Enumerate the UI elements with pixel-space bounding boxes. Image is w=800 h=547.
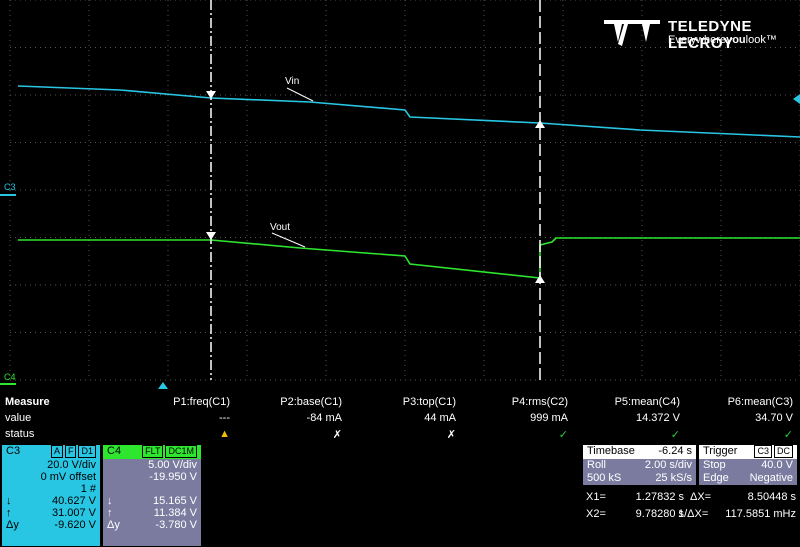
c3-tag-f: F [64,445,77,458]
cursor-x1-label: X1= [586,491,606,503]
invalid-status-icon: ✗ [332,429,342,441]
oscilloscope-screen: TELEDYNE LECROY Everywhereyoulook™ Vin V… [0,0,800,547]
c4-offset: -19.950 V [149,471,197,483]
cursor-x1-vout-arrow [206,232,216,240]
param-p1-value: --- [219,412,230,424]
check-icon: ✓ [670,429,680,441]
vout-label: Vout [270,222,291,233]
c3-box-label: C3 [6,445,21,457]
param-p1-name[interactable]: P1:freq(C1) [110,396,230,408]
check-icon: ✓ [783,429,793,441]
timebase-descriptor[interactable]: Timebase -6.24 s Roll 2.00 s/div 500 kS 25 … [583,445,696,485]
c3-down-value: 40.627 V [51,495,96,507]
param-p2-name[interactable]: P2:base(C1) [222,396,342,408]
timebase-samples: 500 kS [587,472,622,484]
c4-up-value: 11.384 V [153,507,197,519]
param-p3-name[interactable]: P3:top(C1) [336,396,456,408]
cursor-dx-value: 8.50448 s [747,491,796,503]
param-p2-value: -84 mA [306,412,342,424]
c3-offset: 0 mV offset [40,471,96,483]
cursor-inv-value: 117.5851 mHz [725,508,796,520]
c3-dy-label: Δy [6,519,19,531]
c4-box-label: C4 [107,445,122,457]
timebase-delay: -6.24 s [658,445,692,457]
c3-up-value: 31.007 V [51,507,96,519]
trigger-mode: Stop [703,459,726,471]
trigger-type: Edge [703,472,729,484]
c3-channel-descriptor[interactable]: C3 A F D1 20.0 V/div 0 mV offset 1 # ↓ 40.6… [2,445,100,546]
trigger-tag-c3: C3 [754,445,772,458]
c3-marker-label: C3 [4,182,16,192]
c4-tag-dc1m: DC1M [165,445,197,458]
trigger-level: 40.0 V [761,459,793,471]
waveform-display[interactable] [0,0,800,390]
c3-up-cursor-icon: ↑ [6,507,12,519]
c4-marker-label: C4 [4,372,16,382]
c4-down-value: 15.165 V [152,495,197,507]
graticule-grid [9,0,800,381]
c3-tag-d1: D1 [78,445,96,458]
c3-count: 1 # [80,483,96,495]
timebase-title: Timebase [587,445,635,457]
c3-down-cursor-icon: ↓ [6,495,12,507]
brand-tagline: Everywhereyoulook™ [668,34,777,46]
cursor-x2-label: X2= [586,508,606,520]
timebase-sdiv: 2.00 s/div [644,459,692,471]
c4-down-cursor-icon: ↓ [107,495,113,507]
param-p6-name[interactable]: P6:mean(C3) [673,396,793,408]
trigger-descriptor[interactable]: Trigger C3 DC Stop 40.0 V Edge Negative [699,445,797,485]
vout-trace [18,237,800,279]
trigger-tag-dc: DC [774,445,793,458]
c4-tag-flt: FLT [142,445,164,458]
c4-dy-label: Δy [107,519,120,531]
c4-vdiv: 5.00 V/div [148,459,197,471]
cursor-x2-value: 9.78280 s [635,508,684,520]
vout-label-leader [271,232,306,248]
trigger-title: Trigger [703,445,738,457]
vin-label: Vin [285,76,300,87]
param-p5-name[interactable]: P5:mean(C4) [560,396,680,408]
c4-dy-value: -3.780 V [155,519,197,531]
c4-up-cursor-icon: ↑ [107,507,113,519]
trigger-slope: Negative [749,472,793,484]
teledyne-logo-icon [604,20,660,46]
timebase-rate: 25 kS/s [655,472,692,484]
trigger-position-marker [158,382,168,389]
timebase-mode: Roll [587,459,606,471]
cursor-x2-vout-arrow [535,275,545,283]
measure-table[interactable]: P1:freq(C1) --- ▲ P2:base(C1) -84 mA ✗ P… [0,396,800,444]
param-p4-name[interactable]: P4:rms(C2) [448,396,568,408]
vin-trace [17,85,800,138]
c3-tag-a: A [50,445,63,458]
param-p4-value: 999 mA [530,412,568,424]
c3-dy-value: -9.620 V [54,519,96,531]
cursor-dx-label: ΔX= [690,491,712,503]
warning-icon: ▲ [219,428,230,440]
param-p5-value: 14.372 V [635,412,680,424]
param-p3-value: 44 mA [424,412,456,424]
cursor-inv-label: 1/ΔX= [678,508,709,520]
param-p6-value: 34.70 V [755,412,793,424]
cursor-x1-value: 1.27832 s [635,491,684,503]
trigger-level-marker [793,94,800,104]
c4-channel-descriptor[interactable]: C4 FLT DC1M 5.00 V/div -19.950 V ↓ 15.165 … [103,445,201,546]
invalid-status-icon: ✗ [446,429,456,441]
c3-vdiv: 20.0 V/div [47,459,96,471]
check-icon: ✓ [558,429,568,441]
